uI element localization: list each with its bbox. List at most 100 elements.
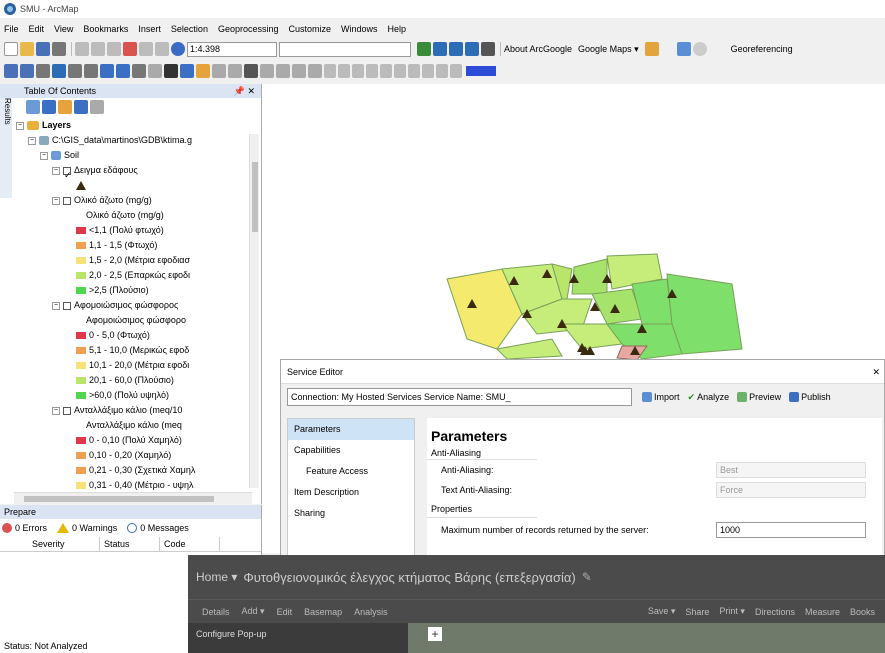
toc-horizontal-scrollbar[interactable]	[14, 492, 252, 504]
draw-2-icon[interactable]	[338, 64, 350, 78]
tree-sample-layer[interactable]: − ✓ Δειγμα εδάφους	[16, 163, 240, 180]
collapse-icon[interactable]: −	[16, 121, 24, 130]
tree-gdb-path[interactable]: − C:\GIS_data\martinos\GDB\ktima.g	[16, 133, 240, 148]
basemap-imagery[interactable]: +	[408, 623, 885, 653]
new-document-icon[interactable]	[4, 42, 18, 56]
import-button[interactable]: Import	[642, 392, 680, 402]
nav-capabilities[interactable]: Capabilities	[288, 440, 414, 461]
menu-bookmarks[interactable]: Bookmarks	[83, 24, 128, 34]
warnings-filter-button[interactable]: 0 Warnings	[57, 523, 117, 533]
legend-class[interactable]: 2,0 - 2,5 (Επαρκώς εφοδι	[16, 268, 240, 283]
nav-parameters[interactable]: Parameters	[288, 419, 414, 440]
zoom-in-icon[interactable]	[4, 64, 18, 78]
xy-icon[interactable]	[276, 64, 290, 78]
draw-7-icon[interactable]	[408, 64, 420, 78]
column-header-severity[interactable]: Severity	[28, 537, 100, 551]
online-tool-books[interactable]: Books	[850, 607, 875, 617]
tree-legend-heading-phosphorus[interactable]: Αφομοιώσιμος φώσφορο	[16, 313, 240, 328]
parcel-12[interactable]	[495, 338, 563, 360]
fill-color-swatch[interactable]	[466, 66, 496, 76]
clear-selection-icon[interactable]	[148, 64, 162, 78]
list-by-visibility-icon[interactable]	[58, 100, 72, 114]
zoom-out-icon[interactable]	[20, 64, 34, 78]
collapse-icon[interactable]: −	[40, 151, 48, 160]
online-tool-details[interactable]: Details	[202, 607, 230, 617]
menu-insert[interactable]: Insert	[138, 24, 161, 34]
create-viewer-icon[interactable]	[308, 64, 322, 78]
tree-layers[interactable]: − Layers	[16, 118, 240, 133]
back-icon[interactable]	[100, 64, 114, 78]
draw-10-icon[interactable]	[450, 64, 462, 78]
list-by-source-icon[interactable]	[42, 100, 56, 114]
draw-9-icon[interactable]	[436, 64, 448, 78]
copy-icon[interactable]	[91, 42, 105, 56]
visibility-checkbox[interactable]	[63, 301, 71, 310]
tree-layer-nitrogen[interactable]: − Ολικό άζωτο (mg/g)	[16, 193, 240, 208]
nav-feature-access[interactable]: Feature Access	[288, 461, 414, 482]
fixed-zoom-out-icon[interactable]	[84, 64, 98, 78]
search-window-icon[interactable]	[449, 42, 463, 56]
tree-soil-group[interactable]: − Soil	[16, 148, 240, 163]
visibility-checkbox[interactable]	[63, 196, 71, 205]
html-popup-icon[interactable]	[196, 64, 210, 78]
parcel-4[interactable]	[571, 258, 608, 295]
legend-class[interactable]: 10,1 - 20,0 (Μέτρια εφοδι	[16, 358, 240, 373]
arctoolbox-icon[interactable]	[465, 42, 479, 56]
tree-legend-heading-nitrogen[interactable]: Ολικό άζωτο (mg/g)	[16, 208, 240, 223]
select-elements-icon[interactable]	[164, 64, 178, 78]
whats-this-icon[interactable]	[692, 42, 707, 56]
collapse-icon[interactable]: −	[52, 196, 60, 205]
tree-layer-phosphorus[interactable]: − Αφομοιώσιμος φώσφορος	[16, 298, 240, 313]
catalog-icon[interactable]	[433, 42, 447, 56]
column-header-code[interactable]: Code	[160, 537, 220, 551]
draw-6-icon[interactable]	[394, 64, 406, 78]
paste-icon[interactable]	[107, 42, 121, 56]
legend-class[interactable]: 0,31 - 0,40 (Μέτριο - υψηλ	[16, 478, 240, 493]
preview-button[interactable]: Preview	[737, 392, 781, 402]
find-icon[interactable]	[244, 64, 258, 78]
fixed-zoom-in-icon[interactable]	[68, 64, 82, 78]
close-icon[interactable]: ✕	[872, 360, 880, 383]
menu-edit[interactable]: Edit	[29, 24, 45, 34]
legend-class[interactable]: 0 - 0,10 (Πολύ Χαμηλό)	[16, 433, 240, 448]
toc-pin-close[interactable]: 📌 ✕	[234, 86, 255, 97]
legend-class[interactable]: <1,1 (Πολύ φτωχό)	[16, 223, 240, 238]
cut-icon[interactable]	[75, 42, 89, 56]
toc-vertical-scrollbar[interactable]	[249, 134, 259, 488]
list-by-drawing-order-icon[interactable]	[26, 100, 40, 114]
full-extent-icon[interactable]	[52, 64, 66, 78]
legend-class[interactable]: 1,5 - 2,0 (Μέτρια εφοδιασ	[16, 253, 240, 268]
measure-icon[interactable]	[228, 64, 242, 78]
analyze-button[interactable]: ✔ Analyze	[688, 392, 730, 403]
time-slider-icon[interactable]	[292, 64, 306, 78]
collapse-icon[interactable]: −	[28, 136, 36, 145]
map-scale-input[interactable]: 1:4.398	[187, 41, 277, 57]
menu-selection[interactable]: Selection	[171, 24, 208, 34]
tree-layer-potassium[interactable]: − Ανταλλάξιμο κάλιο (meq/10	[16, 403, 240, 418]
list-by-selection-icon[interactable]	[74, 100, 88, 114]
online-tool-edit[interactable]: Edit	[277, 607, 293, 617]
menu-help[interactable]: Help	[388, 24, 407, 34]
collapse-icon[interactable]: −	[52, 406, 60, 415]
nav-sharing[interactable]: Sharing	[288, 503, 414, 524]
online-tool-add[interactable]: Add ▾	[242, 606, 265, 617]
add-data-icon[interactable]	[171, 42, 185, 56]
max-records-input[interactable]: 1000	[716, 522, 866, 538]
route-icon[interactable]	[260, 64, 274, 78]
forward-icon[interactable]	[116, 64, 130, 78]
pan-icon[interactable]	[36, 64, 50, 78]
nav-item-description[interactable]: Item Description	[288, 482, 414, 503]
collapse-icon[interactable]: −	[52, 301, 60, 310]
python-icon[interactable]	[481, 42, 495, 56]
legend-class[interactable]: 0,21 - 0,30 (Σχετικά Χαμηλ	[16, 463, 240, 478]
google-icon[interactable]	[644, 42, 659, 56]
draw-1-icon[interactable]	[324, 64, 336, 78]
online-tool-analysis[interactable]: Analysis	[354, 607, 388, 617]
results-side-tab[interactable]: Results	[0, 98, 12, 198]
visibility-checkbox-checked[interactable]: ✓	[63, 166, 72, 180]
google-maps-button[interactable]: Google Maps ▾	[578, 44, 639, 55]
menu-customize[interactable]: Customize	[289, 24, 332, 34]
menu-view[interactable]: View	[54, 24, 73, 34]
online-tool-share[interactable]: Share	[685, 607, 709, 617]
online-tool-print[interactable]: Print ▾	[719, 606, 745, 617]
